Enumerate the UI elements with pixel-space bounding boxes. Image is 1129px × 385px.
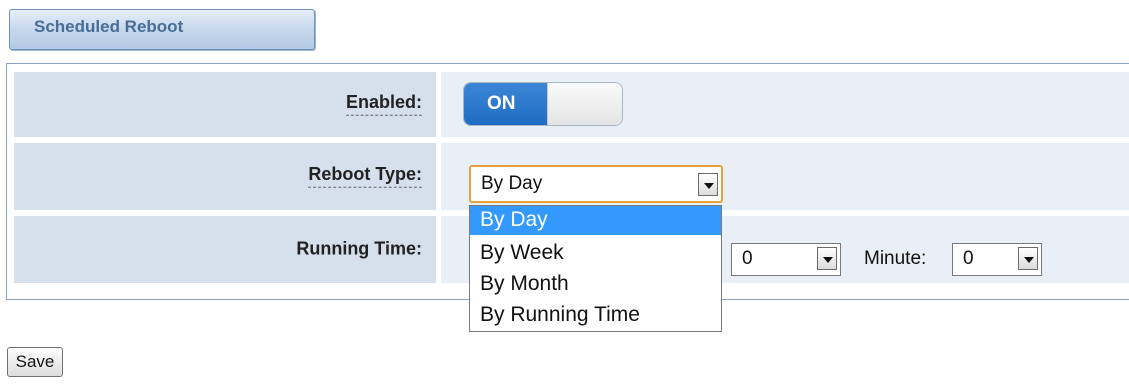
reboot-type-label: Reboot Type: (308, 163, 422, 188)
hour-select[interactable]: 0 (731, 243, 841, 276)
enabled-label-cell: Enabled: (14, 72, 436, 137)
chevron-down-icon[interactable] (1018, 247, 1038, 270)
running-time-label-cell: Running Time: (14, 216, 436, 283)
running-time-label: Running Time: (296, 237, 422, 258)
reboot-type-dropdown-list: By Day By Week By Month By Running Time (469, 205, 722, 332)
option-label: By Day (480, 208, 548, 231)
toggle-on-segment: ON (464, 83, 547, 125)
minute-selected-value: 0 (963, 248, 974, 269)
hour-selected-value: 0 (742, 248, 753, 269)
minute-select[interactable]: 0 (952, 243, 1042, 276)
option-label: By Month (480, 272, 569, 295)
minute-label: Minute: (864, 248, 927, 269)
reboot-type-selected-value: By Day (481, 173, 543, 194)
dropdown-option-by-week[interactable]: By Week (470, 239, 721, 268)
dropdown-option-by-day[interactable]: By Day (470, 206, 721, 235)
reboot-type-label-cell: Reboot Type: (14, 143, 436, 210)
section-tab-scheduled-reboot[interactable]: Scheduled Reboot (9, 9, 315, 50)
section-title: Scheduled Reboot (34, 17, 184, 36)
enabled-label: Enabled: (345, 91, 422, 116)
chevron-down-icon[interactable] (817, 247, 837, 270)
chevron-down-icon[interactable] (698, 173, 718, 196)
reboot-type-select[interactable]: By Day (469, 165, 723, 203)
dropdown-option-by-month[interactable]: By Month (470, 270, 721, 299)
save-button[interactable]: Save (7, 347, 63, 377)
toggle-state-label: ON (487, 93, 516, 114)
option-label: By Week (480, 241, 564, 264)
enabled-row: Enabled: ON (14, 72, 1129, 137)
toggle-knob[interactable] (547, 83, 622, 125)
enabled-value-cell: ON (441, 72, 1129, 137)
enabled-toggle[interactable]: ON (463, 82, 623, 126)
option-label: By Running Time (480, 303, 640, 326)
dropdown-option-by-running-time[interactable]: By Running Time (470, 301, 721, 330)
